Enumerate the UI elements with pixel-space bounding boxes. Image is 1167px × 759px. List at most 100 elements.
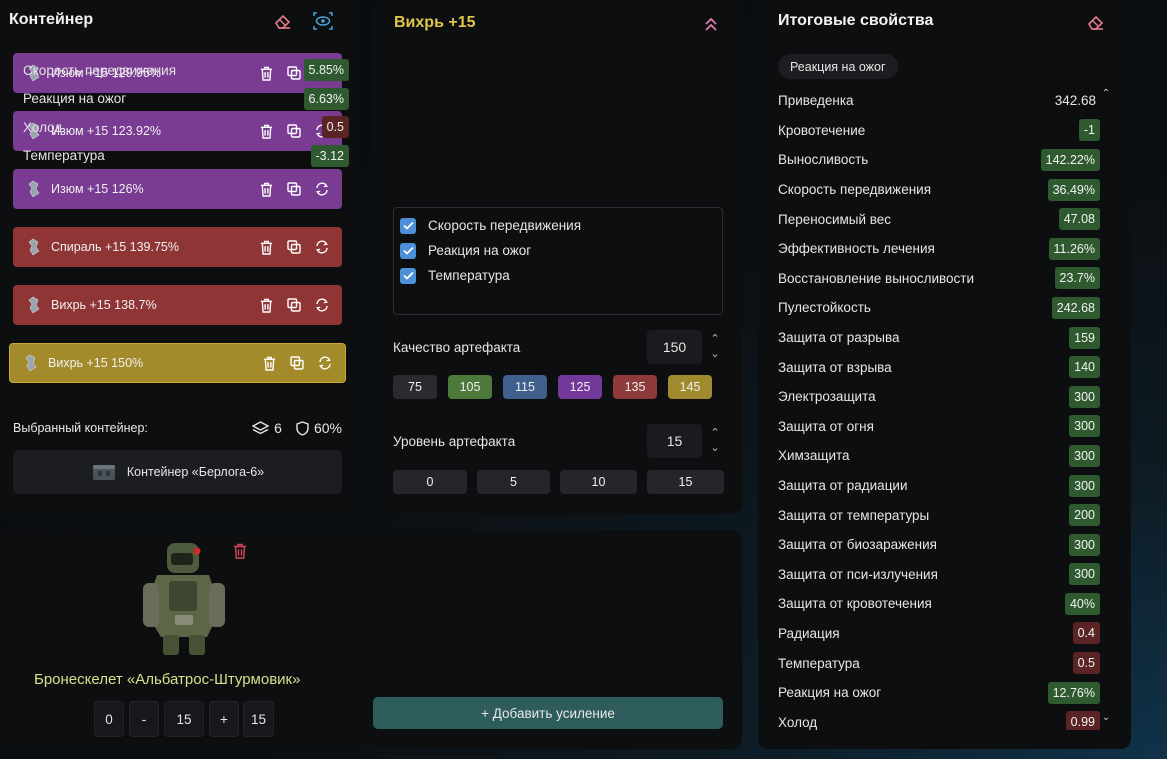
armor-level-max[interactable]: 15 <box>243 701 274 737</box>
swap-icon[interactable] <box>312 179 332 199</box>
copy-icon[interactable] <box>284 237 304 257</box>
quality-up-icon[interactable]: ⌃ <box>708 333 722 346</box>
checkbox-checked[interactable] <box>400 267 416 284</box>
property-name: Температура <box>23 148 105 164</box>
artifact-icon <box>20 352 42 374</box>
checkbox-checked[interactable] <box>400 217 416 234</box>
level-up-icon[interactable]: ⌃ <box>708 427 722 440</box>
property-value: 159 <box>1069 326 1100 349</box>
summary-property-row: Реакция на ожог 12.76% <box>778 678 1100 708</box>
quality-preset-button[interactable]: 125 <box>558 375 602 399</box>
property-value: 242.68 <box>1051 296 1100 319</box>
container-item[interactable]: Вихрь +15 138.7% <box>13 285 342 325</box>
checkbox-label: Реакция на ожог <box>428 243 532 258</box>
copy-icon[interactable] <box>287 353 307 373</box>
property-checkbox-row[interactable]: Скорость передвижения <box>400 213 716 238</box>
property-value: 300 <box>1069 444 1100 467</box>
container-select[interactable]: Контейнер «Берлога-6» <box>13 450 342 494</box>
shield-icon <box>296 420 309 436</box>
protection-value: 60% <box>313 420 342 436</box>
eraser-icon[interactable] <box>1085 11 1107 33</box>
property-checkbox-row[interactable]: Реакция на ожог <box>400 238 716 263</box>
artifact-title: Вихрь +15 <box>394 14 476 31</box>
level-label: Уровень артефакта <box>393 434 516 449</box>
property-name: Эффективность лечения <box>778 241 935 257</box>
armor-level-plus-button[interactable]: + <box>209 701 239 737</box>
filter-chip[interactable]: Реакция на ожог <box>778 54 898 79</box>
copy-icon[interactable] <box>284 295 304 315</box>
quality-down-icon[interactable]: ⌄ <box>708 348 722 361</box>
quality-preset-button[interactable]: 115 <box>503 375 547 399</box>
property-name: Холод <box>23 119 63 135</box>
armor-level-minus-button[interactable]: - <box>129 701 159 737</box>
property-name: Защита от кровотечения <box>778 596 932 612</box>
trash-icon[interactable] <box>229 540 251 562</box>
checkbox-checked[interactable] <box>400 242 416 259</box>
eye-icon[interactable] <box>312 10 334 32</box>
container-item[interactable]: Вихрь +15 150% <box>9 343 346 383</box>
level-input[interactable]: 15 <box>647 424 702 458</box>
property-name: Кровотечение <box>778 122 866 138</box>
container-item[interactable]: Спираль +15 139.75% <box>13 227 342 267</box>
container-item-actions <box>259 353 335 373</box>
property-name: Защита от температуры <box>778 507 930 523</box>
scroll-up-icon[interactable]: ⌃ <box>1101 88 1111 99</box>
property-value: 5.85% <box>303 59 349 82</box>
property-name: Реакция на ожог <box>778 685 882 701</box>
quality-preset-button[interactable]: 75 <box>393 375 437 399</box>
container-icon <box>92 465 115 480</box>
trash-icon[interactable] <box>256 295 276 315</box>
property-value: 0.99 <box>1065 711 1100 730</box>
property-checkbox-row[interactable]: Температура <box>400 263 716 288</box>
summary-property-row: Кровотечение -1 <box>778 116 1100 146</box>
summary-properties: Приведенка 342.68 Кровотечение -1 Выносливос… <box>778 86 1100 730</box>
level-down-icon[interactable]: ⌄ <box>708 442 722 455</box>
property-name: Радиация <box>778 625 840 641</box>
armor-level-min[interactable]: 0 <box>94 701 124 737</box>
property-name: Химзащита <box>778 448 850 464</box>
selected-container-row: Выбранный контейнер: 6 60% <box>13 420 342 436</box>
armor-level-input[interactable]: 15 <box>164 701 204 737</box>
container-item-actions <box>256 295 332 315</box>
container-title: Контейнер <box>9 11 94 28</box>
swap-icon[interactable] <box>312 295 332 315</box>
quality-preset-button[interactable]: 105 <box>448 375 492 399</box>
scroll-down-icon[interactable]: ⌄ <box>1101 712 1111 723</box>
property-value: -3.12 <box>310 144 349 167</box>
level-preset-button[interactable]: 15 <box>647 470 724 494</box>
container-name: Контейнер «Берлога-6» <box>126 465 265 479</box>
armor-image <box>139 541 229 659</box>
summary-property-row: Восстановление выносливости 23.7% <box>778 264 1100 294</box>
container-item[interactable]: Изюм +15 126% <box>13 169 342 209</box>
swap-icon[interactable] <box>312 237 332 257</box>
summary-property-row: Переносимый вес 47.08 <box>778 204 1100 234</box>
quality-input[interactable]: 150 <box>647 330 702 364</box>
summary-property-row: Пулестойкость 242.68 <box>778 293 1100 323</box>
trash-icon[interactable] <box>256 237 276 257</box>
property-value: 300 <box>1069 385 1100 408</box>
layers-icon <box>252 420 270 434</box>
level-preset-button[interactable]: 0 <box>393 470 467 494</box>
property-value: 0.5 <box>321 116 349 139</box>
artifact-property-row: Температура -3.12 <box>23 142 349 171</box>
property-name: Скорость передвижения <box>23 62 177 78</box>
trash-icon[interactable] <box>256 179 276 199</box>
chevrons-up-icon[interactable] <box>700 13 722 35</box>
quality-preset-button[interactable]: 145 <box>668 375 712 399</box>
summary-property-row: Химзащита 300 <box>778 441 1100 471</box>
property-name: Приведенка <box>778 93 854 109</box>
property-name: Защита от взрыва <box>778 359 892 375</box>
trash-icon[interactable] <box>259 353 279 373</box>
eraser-icon[interactable] <box>272 10 294 32</box>
container-item-actions <box>256 237 332 257</box>
swap-icon[interactable] <box>315 353 335 373</box>
add-upgrade-button[interactable]: + Добавить усиление <box>373 697 723 729</box>
quality-preset-button[interactable]: 135 <box>613 375 657 399</box>
level-preset-button[interactable]: 10 <box>560 470 637 494</box>
summary-property-row: Защита от пси-излучения 300 <box>778 560 1100 590</box>
property-value: -1 <box>1078 119 1100 142</box>
level-preset-button[interactable]: 5 <box>477 470 550 494</box>
property-value: 140 <box>1069 356 1100 379</box>
property-value: 300 <box>1069 474 1100 497</box>
copy-icon[interactable] <box>284 179 304 199</box>
